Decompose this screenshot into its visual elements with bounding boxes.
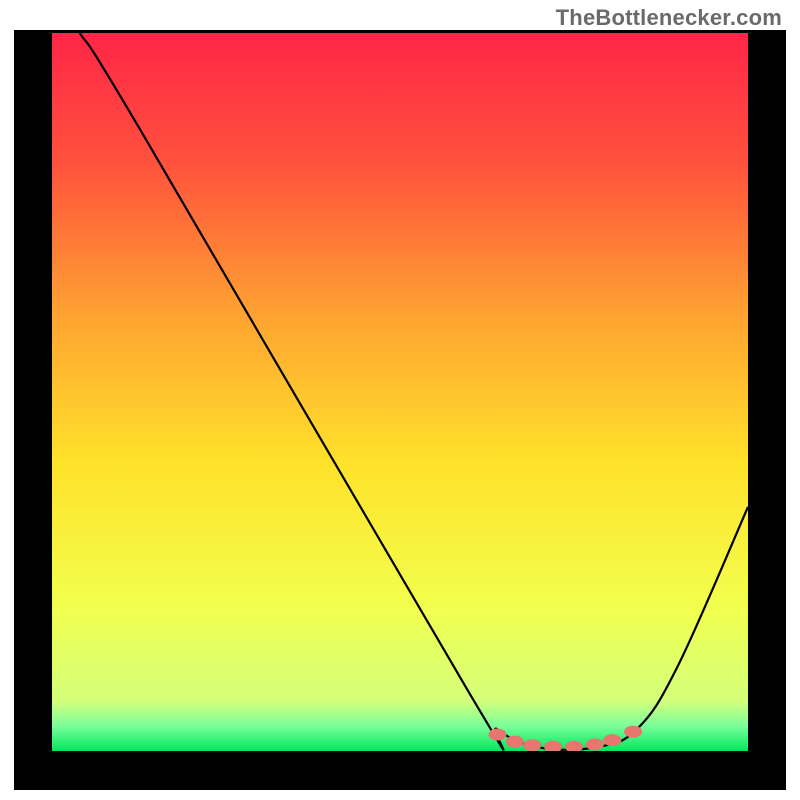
chart-svg — [52, 33, 748, 751]
gradient-background — [52, 33, 748, 751]
curve-marker — [624, 726, 642, 738]
curve-marker — [488, 728, 506, 740]
curve-marker — [586, 739, 604, 751]
curve-marker — [603, 734, 621, 746]
plot-area — [52, 33, 748, 751]
chart-frame — [14, 30, 786, 790]
watermark-text: TheBottlenecker.com — [556, 5, 782, 31]
curve-marker — [523, 739, 541, 751]
curve-marker — [506, 736, 524, 748]
